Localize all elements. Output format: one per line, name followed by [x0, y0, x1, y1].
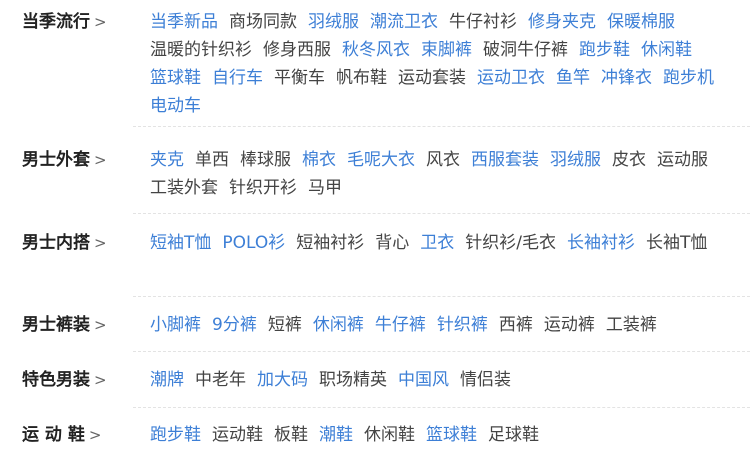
category-link[interactable]: 职场精英 — [319, 366, 387, 394]
category-link[interactable]: 跑步鞋 — [579, 36, 630, 64]
category-row-pants: 男士裤装 > 小脚裤 9分裤 短裤 休闲裤 牛仔裤 针织裤 西裤 运动裤 工装裤 — [0, 311, 750, 352]
category-link[interactable]: 短袖衬衫 — [296, 229, 364, 257]
category-link[interactable]: 毛呢大衣 — [347, 146, 415, 174]
category-link[interactable]: 针织衫/毛衣 — [465, 229, 556, 257]
category-tags: 当季新品 商场同款 羽绒服 潮流卫衣 牛仔衬衫 修身夹克 保暖棉服温暖的针织衫 修身西服 秋冬风… — [133, 8, 750, 127]
category-row-featured: 特色男装 > 潮牌 中老年 加大码 职场精英 中国风 情侣装 — [0, 366, 750, 408]
category-row-sneakers: 运 动 鞋 > 跑步鞋 运动鞋 板鞋 潮鞋 休闲鞋 篮球鞋 足球鞋 — [0, 421, 750, 453]
category-link[interactable]: 短袖T恤 — [150, 229, 211, 257]
category-link[interactable]: 运动裤 — [544, 311, 595, 339]
chevron-right-icon: > — [94, 151, 107, 169]
category-link[interactable]: 夹克 — [150, 146, 184, 174]
category-tags: 跑步鞋 运动鞋 板鞋 潮鞋 休闲鞋 篮球鞋 足球鞋 — [133, 421, 750, 453]
category-link[interactable]: 羽绒服 — [550, 146, 601, 174]
category-link[interactable]: 针织裤 — [437, 311, 488, 339]
category-link[interactable]: 运动鞋 — [212, 421, 263, 449]
category-link[interactable]: 运动卫衣 — [477, 64, 545, 92]
category-heading[interactable]: 男士外套 > — [0, 146, 133, 214]
category-link[interactable]: 电动车 — [150, 92, 201, 120]
category-link[interactable]: 冲锋衣 — [601, 64, 652, 92]
category-link[interactable]: 单西 — [195, 146, 229, 174]
category-link[interactable]: 修身西服 — [263, 36, 331, 64]
category-link[interactable]: 卫衣 — [420, 229, 454, 257]
category-link[interactable]: 潮鞋 — [319, 421, 353, 449]
category-link[interactable]: 羽绒服 — [308, 8, 359, 36]
category-tags: 潮牌 中老年 加大码 职场精英 中国风 情侣装 — [133, 366, 750, 408]
category-link[interactable]: 小脚裤 — [150, 311, 201, 339]
category-tags: 短袖T恤 POLO衫 短袖衬衫 背心 卫衣 针织衫/毛衣 长袖衬衫 长袖T恤 — [133, 229, 750, 297]
category-link[interactable]: 运动套装 — [398, 64, 466, 92]
category-link[interactable]: 皮衣 — [612, 146, 646, 174]
category-link[interactable]: 风衣 — [426, 146, 460, 174]
category-link[interactable]: 休闲鞋 — [364, 421, 415, 449]
category-link[interactable]: 长袖衬衫 — [567, 229, 635, 257]
category-link[interactable]: 牛仔衬衫 — [449, 8, 517, 36]
category-row-trending: 当季流行 > 当季新品 商场同款 羽绒服 潮流卫衣 牛仔衬衫 修身夹克 保暖棉服温暖的针织衫修… — [0, 8, 750, 127]
category-link[interactable]: 保暖棉服 — [607, 8, 675, 36]
category-link[interactable]: 商场同款 — [229, 8, 297, 36]
category-tags: 夹克 单西 棒球服 棉衣 毛呢大衣 风衣 西服套装 羽绒服 皮衣 运动服工装外套 针织开衫 马甲 — [133, 146, 750, 214]
category-link[interactable]: 运动服 — [657, 146, 708, 174]
category-link[interactable]: 当季新品 — [150, 8, 218, 36]
category-link[interactable]: 篮球鞋 — [150, 64, 201, 92]
category-link[interactable]: 加大码 — [257, 366, 308, 394]
category-heading[interactable]: 男士内搭 > — [0, 229, 133, 297]
category-link[interactable]: 秋冬风衣 — [342, 36, 410, 64]
category-link[interactable]: 棒球服 — [240, 146, 291, 174]
category-link[interactable]: 中老年 — [195, 366, 246, 394]
category-link[interactable]: 自行车 — [212, 64, 263, 92]
category-link[interactable]: 修身夹克 — [528, 8, 596, 36]
category-link[interactable]: 鱼竿 — [556, 64, 590, 92]
category-link[interactable]: 针织开衫 — [229, 174, 297, 202]
category-link[interactable]: 束脚裤 — [421, 36, 472, 64]
category-link[interactable]: 跑步鞋 — [150, 421, 201, 449]
category-tags: 小脚裤 9分裤 短裤 休闲裤 牛仔裤 针织裤 西裤 运动裤 工装裤 — [133, 311, 750, 352]
chevron-right-icon: > — [94, 316, 107, 334]
category-link[interactable]: 中国风 — [398, 366, 449, 394]
category-link[interactable]: 潮牌 — [150, 366, 184, 394]
chevron-right-icon: > — [94, 371, 107, 389]
category-link[interactable]: 9分裤 — [212, 311, 257, 339]
chevron-right-icon: > — [88, 426, 102, 444]
category-link[interactable]: 长袖T恤 — [646, 229, 707, 257]
category-link[interactable]: 潮流卫衣 — [370, 8, 438, 36]
category-link[interactable]: 背心 — [375, 229, 409, 257]
category-link[interactable]: 短裤 — [268, 311, 302, 339]
category-link[interactable]: 休闲鞋 — [641, 36, 692, 64]
chevron-right-icon: > — [94, 13, 107, 31]
category-link[interactable]: 平衡车 — [274, 64, 325, 92]
category-heading[interactable]: 运 动 鞋 > — [0, 421, 133, 453]
category-link[interactable]: 板鞋 — [274, 421, 308, 449]
category-link[interactable]: POLO衫 — [222, 229, 285, 257]
category-link[interactable]: 温暖的针织衫 — [150, 36, 252, 64]
category-link[interactable]: 西服套装 — [471, 146, 539, 174]
category-heading[interactable]: 特色男装 > — [0, 366, 133, 408]
category-link[interactable]: 工装外套 — [150, 174, 218, 202]
category-row-outerwear: 男士外套 > 夹克 单西 棒球服 棉衣 毛呢大衣 风衣 西服套装 羽绒服 皮衣 运动服工装外套 针织开… — [0, 146, 750, 214]
category-link[interactable]: 马甲 — [308, 174, 342, 202]
category-link[interactable]: 帆布鞋 — [336, 64, 387, 92]
category-link[interactable]: 棉衣 — [302, 146, 336, 174]
category-link[interactable]: 破洞牛仔裤 — [483, 36, 568, 64]
category-link[interactable]: 足球鞋 — [488, 421, 539, 449]
category-link[interactable]: 西裤 — [499, 311, 533, 339]
category-link[interactable]: 牛仔裤 — [375, 311, 426, 339]
category-row-innerwear: 男士内搭 > 短袖T恤 POLO衫 短袖衬衫 背心 卫衣 针织衫/毛衣 长袖衬衫 长袖T恤 — [0, 229, 750, 297]
category-menu: 当季流行 > 当季新品 商场同款 羽绒服 潮流卫衣 牛仔衬衫 修身夹克 保暖棉服温暖的针织衫修… — [0, 0, 750, 460]
category-link[interactable]: 篮球鞋 — [426, 421, 477, 449]
category-heading[interactable]: 当季流行 > — [0, 8, 133, 127]
category-link[interactable]: 工装裤 — [606, 311, 657, 339]
category-link[interactable]: 休闲裤 — [313, 311, 364, 339]
category-link[interactable]: 情侣装 — [460, 366, 511, 394]
category-link[interactable]: 跑步机 — [663, 64, 714, 92]
category-heading[interactable]: 男士裤装 > — [0, 311, 133, 352]
chevron-right-icon: > — [94, 234, 107, 252]
